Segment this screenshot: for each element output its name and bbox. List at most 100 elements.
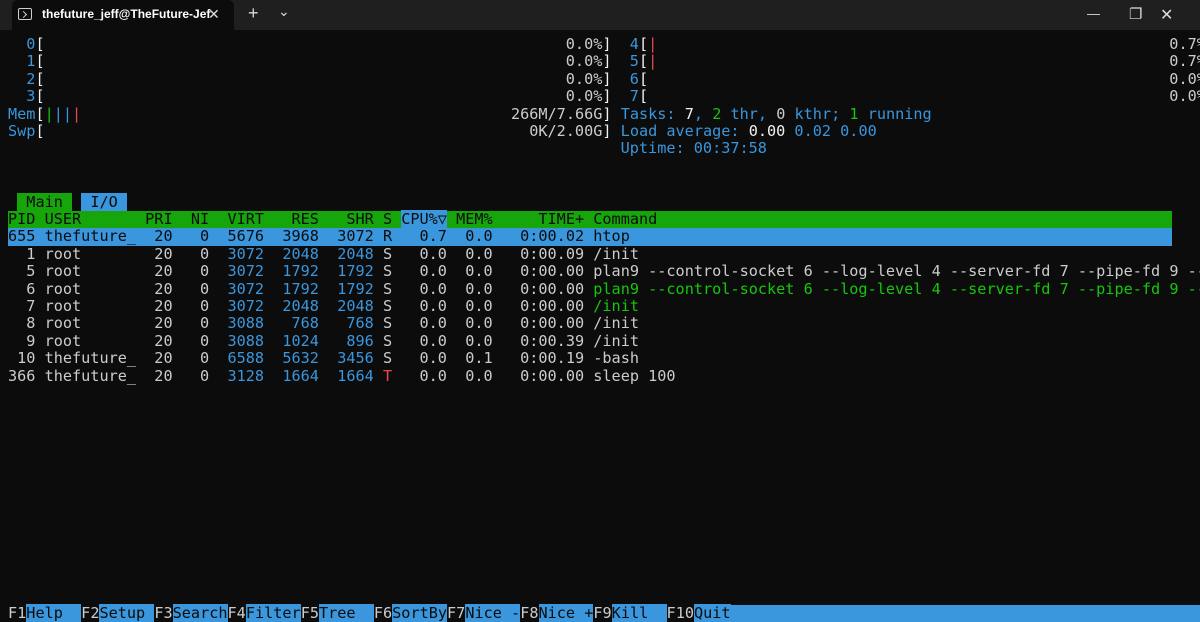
cell-state: S bbox=[373, 331, 402, 350]
col-state[interactable]: S bbox=[374, 210, 401, 228]
fkey-f3[interactable]: F3 bbox=[154, 604, 172, 622]
meter-bracket: [ bbox=[638, 69, 649, 88]
terminal-tab[interactable]: thefuture_jeff@TheFuture-Jef ✕ bbox=[12, 0, 234, 30]
cpu-label: 1 bbox=[8, 52, 36, 71]
close-window-button[interactable]: ✕ bbox=[1160, 5, 1173, 25]
cell-virt: 5676 bbox=[209, 227, 265, 246]
table-row[interactable]: 8 root 20 0 3088 768 768 S 0.0 0.0 0:00.… bbox=[8, 315, 639, 332]
fkey-f10[interactable]: F10 bbox=[667, 604, 694, 622]
cell-ni: 0 bbox=[172, 314, 210, 333]
col-virt[interactable]: VIRT bbox=[209, 210, 264, 228]
maximize-button[interactable]: ❐ bbox=[1129, 5, 1142, 23]
fkey-f6[interactable]: F6 bbox=[374, 604, 392, 622]
col-res[interactable]: RES bbox=[264, 210, 318, 228]
col-time[interactable]: TIME+ bbox=[493, 210, 594, 228]
tab-dropdown-button[interactable]: ⌄ bbox=[278, 3, 290, 20]
cell-shr: 768 bbox=[318, 314, 374, 333]
table-row[interactable]: 6 root 20 0 3072 1792 1792 S 0.0 0.0 0:0… bbox=[8, 279, 1200, 298]
cell-cpu: 0.0 bbox=[401, 262, 447, 281]
table-header: PID USER PRI NI VIRT RES SHR S CPU%▽ MEM… bbox=[8, 210, 1172, 229]
tab-io[interactable]: I/O bbox=[81, 192, 127, 211]
cell-command: plan9 --control-socket 6 --log-level 4 -… bbox=[593, 279, 1200, 298]
swap-meter-row: Swp[ 0K/2.00G] Load average: 0.00 0.02 0… bbox=[8, 122, 877, 140]
fkey-f1[interactable]: F1 bbox=[8, 604, 26, 622]
fkey-label-f4[interactable]: Filter bbox=[245, 603, 301, 622]
cell-user: root bbox=[44, 244, 137, 263]
fkey-label-f5[interactable]: Tree bbox=[318, 603, 374, 622]
col-user[interactable]: USER bbox=[45, 210, 136, 228]
cell-pid: 9 bbox=[8, 331, 45, 350]
table-row[interactable]: 366 thefuture_ 20 0 3128 1664 1664 T 0.0… bbox=[8, 366, 676, 385]
cell-time: 0:00.19 bbox=[492, 349, 594, 368]
fkey-label-f10[interactable]: Quit bbox=[693, 603, 731, 622]
cpu-meter-row: 3[ 0.0%] 7[ 0.0%] bbox=[8, 87, 1200, 105]
cell-user: root bbox=[44, 331, 137, 350]
table-row[interactable]: 9 root 20 0 3088 1024 896 S 0.0 0.0 0:00… bbox=[8, 331, 639, 350]
meter-bracket: [ bbox=[638, 35, 649, 53]
cell-res: 1792 bbox=[264, 262, 319, 281]
cpu-value: 0.7% bbox=[657, 52, 1200, 71]
table-row[interactable]: 10 thefuture_ 20 0 6588 5632 3456 S 0.0 … bbox=[8, 349, 639, 368]
table-row[interactable]: 5 root 20 0 3072 1792 1792 S 0.0 0.0 0:0… bbox=[8, 262, 1200, 281]
cell-pid: 1 bbox=[8, 244, 45, 263]
table-row[interactable]: 655 thefuture_ 20 0 5676 3968 3072 R 0.7… bbox=[8, 227, 1172, 246]
cell-pri: 20 bbox=[136, 279, 173, 298]
cell-res: 2048 bbox=[264, 297, 319, 315]
meter-bracket: ] bbox=[602, 52, 612, 71]
fkey-f4[interactable]: F4 bbox=[228, 604, 246, 622]
cell-cpu: 0.0 bbox=[401, 297, 447, 315]
load-15min: 0.00 bbox=[840, 122, 877, 140]
col-pri[interactable]: PRI bbox=[136, 210, 172, 228]
uptime-label: Uptime: bbox=[620, 139, 694, 158]
cell-time: 0:00.00 bbox=[492, 262, 594, 281]
meter-bracket: ] bbox=[602, 35, 612, 53]
col-cpu-sorted[interactable]: CPU%▽ bbox=[401, 210, 447, 228]
cell-state: T bbox=[373, 366, 402, 385]
close-tab-button[interactable]: ✕ bbox=[208, 6, 220, 23]
cell-pri: 20 bbox=[136, 227, 173, 246]
cell-pid: 655 bbox=[8, 227, 45, 246]
fkey-f9[interactable]: F9 bbox=[593, 604, 611, 622]
col-pid[interactable]: PID bbox=[8, 210, 45, 228]
fkey-f8[interactable]: F8 bbox=[520, 604, 538, 622]
cell-res: 1792 bbox=[264, 279, 319, 298]
fkey-label-f9[interactable]: Kill bbox=[611, 603, 667, 622]
cell-pri: 20 bbox=[136, 244, 173, 263]
fkey-label-f8[interactable]: Nice + bbox=[538, 603, 594, 622]
new-tab-button[interactable]: + bbox=[248, 3, 259, 24]
cpu-value: 0.0% bbox=[648, 69, 1200, 88]
fkey-label-f7[interactable]: Nice - bbox=[465, 603, 521, 622]
fkey-label-f2[interactable]: Setup bbox=[99, 603, 155, 622]
cell-ni: 0 bbox=[172, 227, 210, 246]
fkey-f7[interactable]: F7 bbox=[447, 604, 465, 622]
cell-ni: 0 bbox=[172, 279, 210, 298]
cell-ni: 0 bbox=[172, 349, 210, 368]
fkey-f2[interactable]: F2 bbox=[81, 604, 99, 622]
tab-main[interactable]: Main bbox=[17, 192, 73, 211]
load-label: Load average: bbox=[620, 122, 749, 140]
fkey-label-f1[interactable]: Help bbox=[26, 603, 82, 622]
cell-cpu: 0.0 bbox=[401, 279, 447, 298]
fkey-f5[interactable]: F5 bbox=[301, 604, 319, 622]
col-mem[interactable]: MEM% bbox=[447, 210, 493, 228]
cell-user: root bbox=[44, 262, 137, 281]
terminal-content[interactable]: 0[ 0.0%] 4[| 0.7%] 1[ 0.0%] 5[ bbox=[8, 35, 1200, 622]
uptime-row: Uptime: 00:37:58 bbox=[8, 140, 767, 157]
cell-state: S bbox=[373, 279, 402, 298]
cell-virt: 3072 bbox=[209, 279, 265, 298]
fkey-label-f6[interactable]: SortBy bbox=[392, 603, 448, 622]
cell-cpu: 0.0 bbox=[401, 331, 447, 350]
mem-bar-used: | bbox=[44, 104, 54, 123]
minimize-button[interactable]: — bbox=[1087, 6, 1100, 21]
cell-user: thefuture_ bbox=[44, 227, 137, 246]
fkey-row: F1Help F2Setup F3SearchF4FilterF5Tree F6… bbox=[8, 603, 1200, 622]
col-shr[interactable]: SHR bbox=[319, 210, 373, 228]
table-row[interactable]: 7 root 20 0 3072 2048 2048 S 0.0 0.0 0:0… bbox=[8, 297, 639, 315]
fkey-label-f3[interactable]: Search bbox=[172, 603, 228, 622]
col-ni[interactable]: NI bbox=[173, 210, 209, 228]
cell-shr: 3456 bbox=[318, 349, 374, 368]
uptime-value: 00:37:58 bbox=[693, 139, 767, 158]
cell-pid: 7 bbox=[8, 297, 45, 315]
col-command[interactable]: Command bbox=[593, 210, 657, 228]
table-row[interactable]: 1 root 20 0 3072 2048 2048 S 0.0 0.0 0:0… bbox=[8, 244, 639, 263]
